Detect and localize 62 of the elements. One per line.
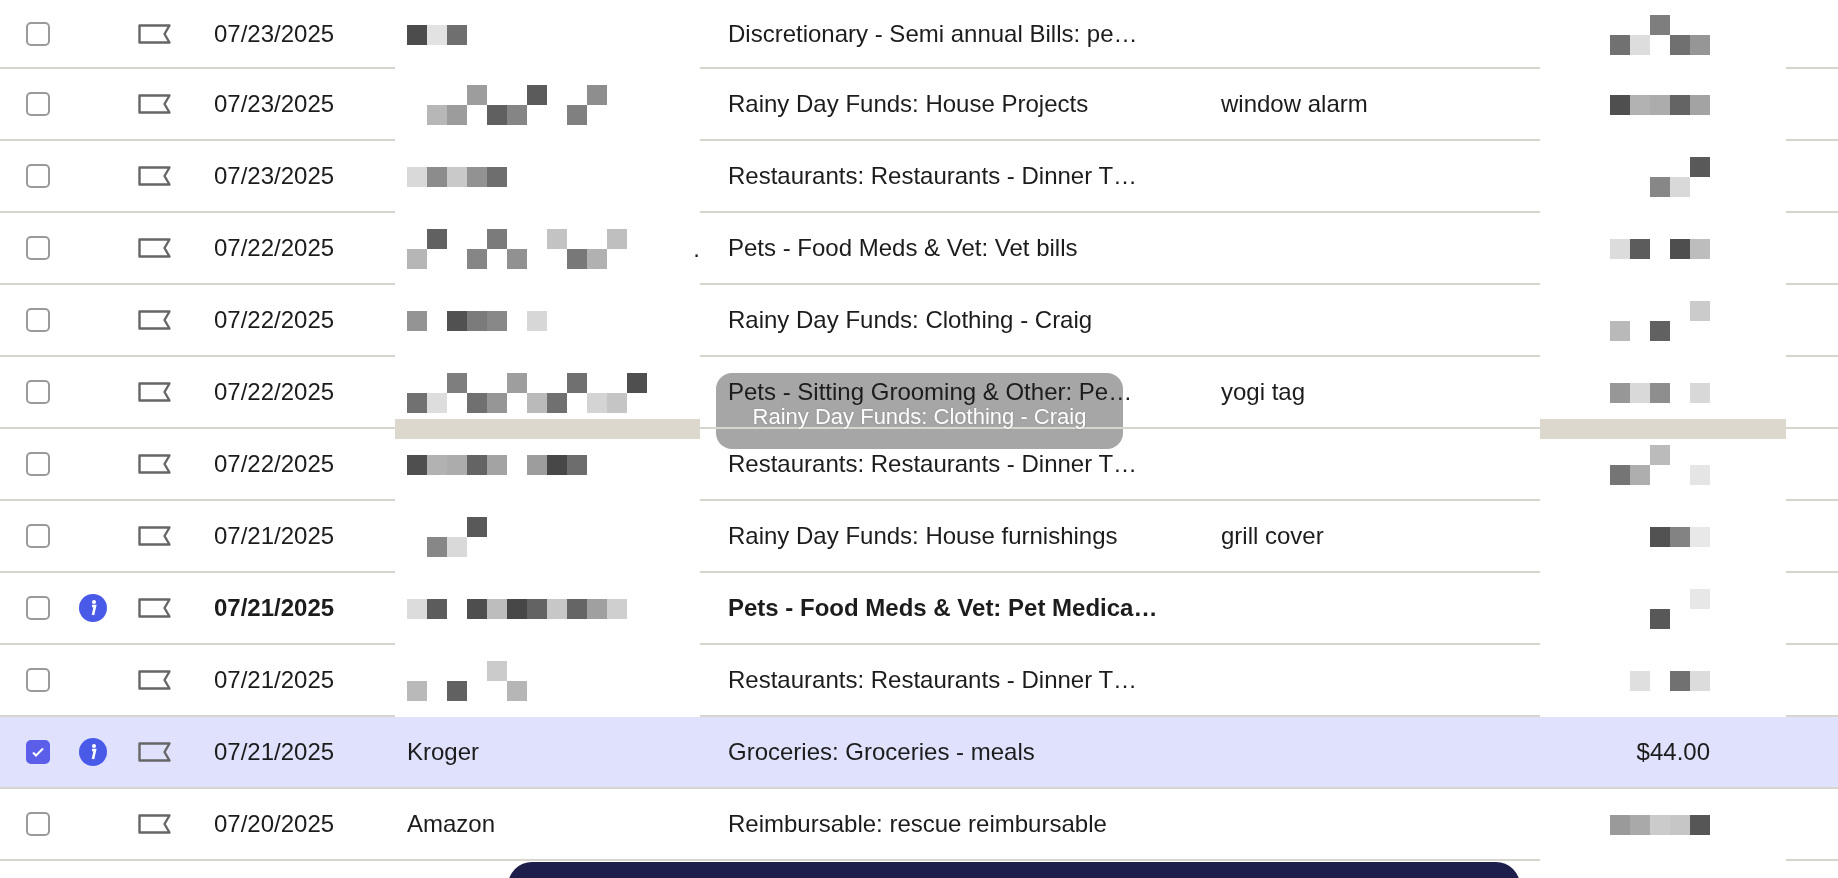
flag-icon[interactable] (138, 310, 172, 330)
date-cell: 07/22/2025 (214, 306, 335, 334)
checkbox[interactable] (26, 236, 50, 260)
flag-icon[interactable] (138, 238, 172, 258)
flag-icon[interactable] (138, 382, 172, 402)
checkbox[interactable] (26, 812, 50, 836)
date-cell: 07/22/2025 (214, 450, 335, 478)
info-icon[interactable] (79, 738, 107, 766)
flag-icon[interactable] (138, 598, 172, 618)
checkbox[interactable] (26, 668, 50, 692)
checkbox[interactable] (26, 524, 50, 548)
category-cell: Rainy Day Funds: Clothing - Craig (728, 306, 1093, 334)
checkbox[interactable] (26, 740, 50, 764)
redaction-drawing (1650, 527, 1710, 547)
flag-icon[interactable] (138, 814, 172, 834)
redaction-drawing (407, 24, 467, 45)
flag-icon[interactable] (138, 166, 172, 186)
category-cell: Restaurants: Restaurants - Dinner T… (728, 666, 1138, 694)
memo-cell: grill cover (1221, 522, 1324, 550)
category-cell: Rainy Day Funds: House Projects (728, 90, 1089, 118)
payee-suffix: . (693, 235, 700, 263)
date-cell: 07/21/2025 (214, 594, 335, 622)
info-icon[interactable] (79, 594, 107, 622)
date-cell: 07/23/2025 (214, 19, 335, 48)
date-cell: 07/21/2025 (214, 666, 335, 694)
flag-icon[interactable] (138, 23, 172, 44)
checkbox[interactable] (26, 308, 50, 332)
payee-cell: Amazon (407, 810, 496, 838)
category-cell: Pets - Food Meds & Vet: Vet bills (728, 234, 1078, 262)
checkbox[interactable] (26, 164, 50, 188)
redaction-drawing (427, 517, 487, 557)
category-cell: Rainy Day Funds: House furnishings (728, 522, 1118, 550)
date-cell: 07/23/2025 (214, 90, 335, 118)
drag-preview-label: Rainy Day Funds: Clothing - Craig (751, 406, 1088, 428)
date-cell: 07/23/2025 (214, 162, 335, 190)
checkbox[interactable] (26, 452, 50, 476)
category-cell: Discretionary - Semi annual Bills: pe… (728, 19, 1138, 48)
flag-icon[interactable] (138, 742, 172, 762)
category-cell: Reimbursable: rescue reimbursable (728, 810, 1107, 838)
redaction-drawing (1650, 157, 1710, 197)
category-cell: Restaurants: Restaurants - Dinner T… (728, 450, 1138, 478)
date-cell: 07/22/2025 (214, 234, 335, 262)
category-cell: Groceries: Groceries - meals (728, 738, 1035, 766)
redaction-drawing (1650, 589, 1710, 629)
category-cell: Restaurants: Restaurants - Dinner T… (728, 162, 1138, 190)
payee-cell: Kroger (407, 738, 480, 766)
date-cell: 07/21/2025 (214, 522, 335, 550)
checkbox[interactable] (26, 92, 50, 116)
checkbox[interactable] (26, 596, 50, 620)
flag-icon[interactable] (138, 454, 172, 474)
memo-cell: yogi tag (1221, 378, 1306, 406)
date-cell: 07/21/2025 (214, 738, 335, 766)
checkbox[interactable] (26, 21, 50, 46)
amount-cell: $44.00 (1636, 738, 1710, 766)
memo-cell: window alarm (1221, 90, 1368, 118)
flag-icon[interactable] (138, 94, 172, 114)
checkbox[interactable] (26, 380, 50, 404)
category-cell: Pets - Food Meds & Vet: Pet Medica… (728, 594, 1158, 622)
flag-icon[interactable] (138, 526, 172, 546)
flag-icon[interactable] (138, 670, 172, 690)
date-cell: 07/20/2025 (214, 810, 335, 838)
date-cell: 07/22/2025 (214, 378, 335, 406)
